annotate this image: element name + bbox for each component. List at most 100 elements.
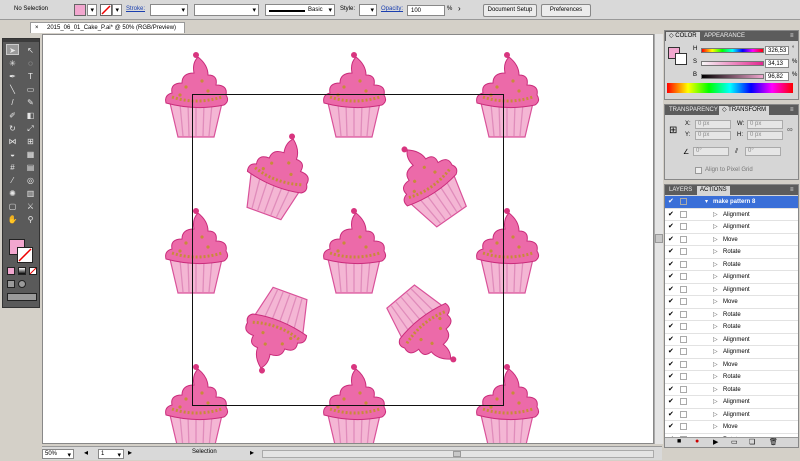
check-icon[interactable]: ✔	[668, 236, 675, 243]
action-step-row[interactable]: ✔ ▷ Rotate	[665, 309, 798, 321]
preferences-button[interactable]: Preferences	[541, 4, 591, 17]
opacity-label[interactable]: Opacity:	[381, 6, 403, 12]
dialog-toggle-box[interactable]	[680, 323, 687, 330]
mesh-tool-icon[interactable]: #	[6, 162, 19, 173]
panel-menu-icon[interactable]: ≡	[787, 32, 797, 41]
brightness-slider[interactable]	[701, 74, 764, 79]
artboard-dropdown[interactable]: 1	[98, 449, 124, 461]
expand-triangle-icon[interactable]: ▷	[713, 371, 718, 383]
action-step-row[interactable]: ✔ ▷ Rotate	[665, 259, 798, 271]
scroll-thumb[interactable]	[453, 451, 461, 457]
tab-transparency[interactable]: TRANSPARENCY	[666, 106, 721, 115]
expand-triangle-icon[interactable]: ▷	[713, 384, 718, 396]
column-graph-icon[interactable]: ▥	[24, 188, 37, 199]
status-menu-icon[interactable]: ▸	[250, 448, 254, 457]
check-icon[interactable]: ✔	[668, 248, 675, 255]
stroke-color-swatch[interactable]	[17, 247, 33, 263]
artboard-tool-icon[interactable]: ▢	[6, 201, 19, 212]
action-step-row[interactable]: ✔ ▷ Alignment	[665, 221, 798, 234]
hue-value[interactable]: 326,53	[765, 46, 789, 55]
stroke-swatch[interactable]	[100, 4, 112, 16]
dialog-toggle-box[interactable]	[680, 373, 687, 380]
y-field[interactable]: 0 px	[695, 131, 731, 140]
dialog-toggle-box[interactable]	[680, 248, 687, 255]
expand-triangle-icon[interactable]: ▷	[713, 334, 718, 346]
canvas[interactable]	[42, 34, 654, 444]
symbol-sprayer-icon[interactable]: ✺	[6, 188, 19, 199]
magic-wand-icon[interactable]: ✳	[6, 58, 19, 69]
slice-tool-icon[interactable]: ⚔	[24, 201, 37, 212]
hand-tool-icon[interactable]: ✋	[6, 214, 19, 225]
direct-selection-tool-icon[interactable]: ↖	[24, 45, 37, 56]
dialog-toggle-box[interactable]	[680, 335, 687, 343]
pencil-icon[interactable]: ✎	[24, 97, 37, 108]
check-icon[interactable]: ✔	[668, 423, 675, 430]
next-artboard-icon[interactable]: ▸	[128, 448, 132, 457]
dialog-toggle-box[interactable]	[680, 273, 687, 280]
tab-layers[interactable]: LAYERS	[666, 186, 695, 195]
action-step-row[interactable]: ✔ ▷ Move	[665, 296, 798, 309]
tab-appearance[interactable]: APPEARANCE	[701, 32, 748, 41]
expand-triangle-icon[interactable]: ▷	[713, 321, 718, 333]
canvas-vertical-scrollbar[interactable]	[654, 34, 663, 444]
check-icon[interactable]: ✔	[668, 411, 675, 418]
expand-triangle-icon[interactable]: ▷	[713, 346, 718, 358]
type-tool-icon[interactable]: T	[24, 71, 37, 82]
expand-triangle-icon[interactable]: ▷	[713, 309, 718, 321]
expand-triangle-icon[interactable]: ▷	[713, 409, 718, 421]
panel-menu-icon[interactable]: ≡	[787, 106, 797, 115]
dialog-toggle-box[interactable]	[680, 360, 687, 368]
link-icon[interactable]: ∞	[787, 125, 793, 134]
action-step-row[interactable]: ✔ ▷ Alignment	[665, 346, 798, 359]
dialog-toggle-box[interactable]	[680, 198, 687, 205]
expand-triangle-icon[interactable]: ▷	[713, 396, 718, 408]
check-icon[interactable]: ✔	[668, 336, 675, 343]
brightness-value[interactable]: 96,82	[765, 72, 789, 81]
action-step-row[interactable]: ✔ ▷ Move	[665, 234, 798, 246]
action-step-row[interactable]: ✔ ▷ Rotate	[665, 371, 798, 384]
perspective-grid-icon[interactable]: ▦	[24, 149, 37, 160]
blend-tool-icon[interactable]: ◎	[24, 175, 37, 186]
reference-point-icon[interactable]: ⊞	[669, 125, 677, 136]
tab-actions[interactable]: ACTIONS	[697, 186, 730, 195]
expand-triangle-icon[interactable]: ▷	[713, 246, 718, 258]
action-step-row[interactable]: ✔ ▷ Rotate	[665, 246, 798, 259]
lasso-icon[interactable]: ◌	[24, 58, 37, 69]
tab-transform[interactable]: ◇ TRANSFORM	[719, 106, 770, 115]
expand-triangle-icon[interactable]: ▷	[713, 421, 718, 433]
check-icon[interactable]: ✔	[668, 311, 675, 318]
expand-triangle-icon[interactable]: ▷	[713, 359, 718, 371]
expand-triangle-icon[interactable]: ▷	[713, 284, 718, 296]
opacity-arrow-icon[interactable]: ›	[458, 4, 461, 13]
action-set-row[interactable]: ✔ ▾ make pattern 8	[665, 196, 798, 209]
selection-tool-icon[interactable]: ➤	[6, 44, 19, 55]
first-artboard-icon[interactable]: ◂	[84, 448, 88, 457]
dialog-toggle-box[interactable]	[680, 260, 687, 268]
saturation-slider[interactable]	[701, 61, 764, 66]
shape-builder-icon[interactable]: ◒	[6, 149, 19, 160]
dialog-toggle-box[interactable]	[680, 310, 687, 318]
hue-slider[interactable]	[701, 48, 764, 53]
fill-dropdown[interactable]	[87, 4, 97, 16]
zoom-dropdown[interactable]: 50%	[42, 449, 74, 461]
document-setup-button[interactable]: Document Setup	[483, 4, 537, 17]
check-icon[interactable]: ✔	[668, 198, 675, 205]
check-icon[interactable]: ✔	[668, 323, 675, 330]
eraser-icon[interactable]: ◧	[24, 110, 37, 121]
check-icon[interactable]: ✔	[668, 361, 675, 368]
check-icon[interactable]: ✔	[668, 398, 675, 405]
none-mode-icon[interactable]	[29, 267, 37, 275]
free-transform-icon[interactable]: ⊞	[24, 136, 37, 147]
opacity-input[interactable]: 100	[407, 5, 445, 16]
line-tool-icon[interactable]: ╲	[6, 84, 19, 95]
scroll-thumb[interactable]	[655, 234, 663, 243]
stroke-dropdown[interactable]	[112, 4, 122, 16]
new-set-icon[interactable]: ▭	[731, 438, 738, 446]
dialog-toggle-box[interactable]	[680, 410, 687, 418]
expand-triangle-icon[interactable]: ▷	[713, 234, 718, 246]
rectangle-tool-icon[interactable]: ▭	[24, 84, 37, 95]
expand-triangle-icon[interactable]: ▷	[713, 209, 718, 221]
document-tab[interactable]: × 2015_06_01_Cake_P.ai* @ 50% (RGB/Previ…	[30, 22, 185, 33]
dialog-toggle-box[interactable]	[680, 285, 687, 293]
eyedropper-icon[interactable]: ⁄	[6, 175, 19, 186]
